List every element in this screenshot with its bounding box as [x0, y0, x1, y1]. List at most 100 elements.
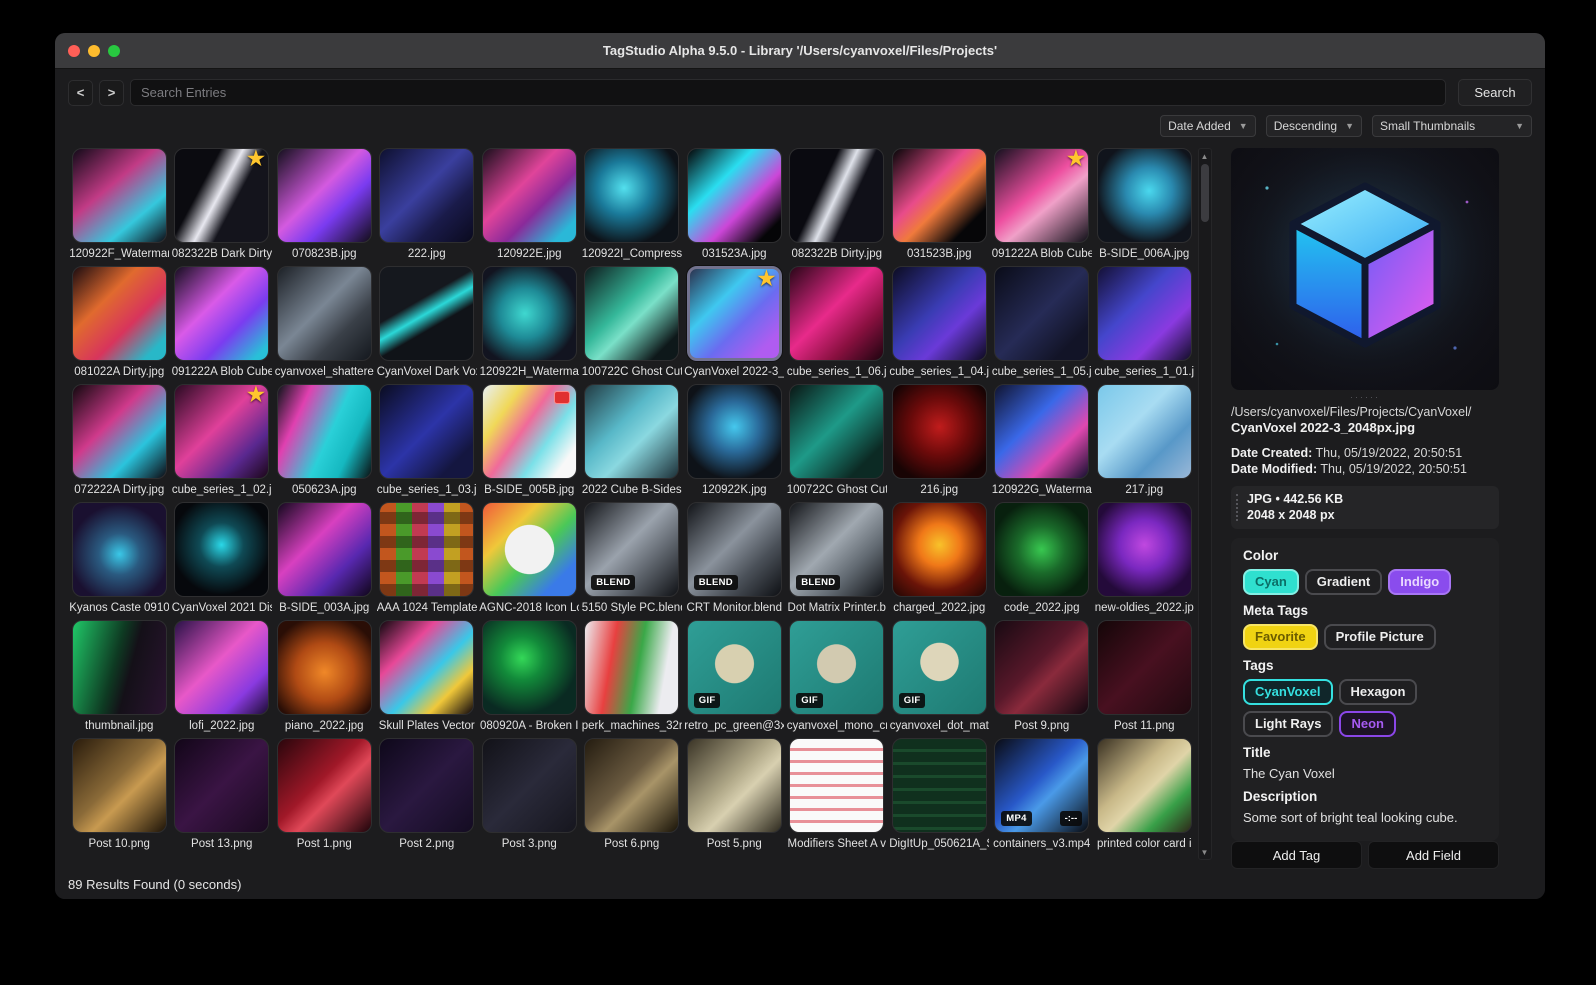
thumbnail[interactable]: BLEND [686, 502, 782, 597]
thumbnail[interactable]: ★ [994, 148, 1090, 243]
thumbnail[interactable] [994, 384, 1090, 479]
thumbnail[interactable] [686, 738, 782, 833]
thumbnail-filename: cube_series_1_04.j [889, 366, 990, 378]
thumbnail[interactable] [789, 738, 885, 833]
scrollbar-track[interactable] [1199, 162, 1211, 846]
thumbnail[interactable] [379, 266, 475, 361]
tag-pill[interactable]: Hexagon [1338, 679, 1418, 705]
panel-resize-handle[interactable]: ······ [1231, 392, 1499, 402]
thumbnail[interactable] [276, 384, 372, 479]
tag-pill[interactable]: Favorite [1243, 624, 1318, 650]
close-window-button[interactable] [68, 44, 80, 57]
thumbnail[interactable] [174, 620, 270, 715]
thumbnail[interactable] [1096, 620, 1192, 715]
thumbnail[interactable] [71, 384, 167, 479]
thumbnail[interactable] [276, 266, 372, 361]
thumbnail[interactable] [584, 384, 680, 479]
tag-pill[interactable]: Light Rays [1243, 711, 1334, 737]
thumbnail[interactable] [891, 384, 987, 479]
tag-pill[interactable]: Neon [1339, 711, 1396, 737]
thumbnail[interactable] [1096, 384, 1192, 479]
thumbnail[interactable] [71, 148, 167, 243]
scrollbar-thumb[interactable] [1200, 164, 1209, 222]
thumbnail[interactable] [994, 266, 1090, 361]
thumbnail[interactable] [994, 620, 1090, 715]
thumbnail[interactable] [276, 148, 372, 243]
thumbnail[interactable] [584, 620, 680, 715]
thumbnail[interactable] [1096, 148, 1192, 243]
thumbnail[interactable]: ★ [174, 384, 270, 479]
thumbnail[interactable] [481, 148, 577, 243]
tag-pill[interactable]: Cyan [1243, 569, 1299, 595]
thumbnail[interactable] [379, 620, 475, 715]
thumbnail[interactable] [71, 620, 167, 715]
thumbnail[interactable]: ★ [686, 266, 782, 361]
thumbnail[interactable] [891, 148, 987, 243]
back-button[interactable]: < [68, 79, 93, 106]
thumbnail[interactable] [891, 266, 987, 361]
thumbnail[interactable]: GIF [891, 620, 987, 715]
thumbnail[interactable]: GIF [686, 620, 782, 715]
thumbnail[interactable]: MP4 -:-- [994, 738, 1090, 833]
zoom-window-button[interactable] [108, 44, 120, 57]
sort-direction-dropdown[interactable]: Descending ▼ [1265, 115, 1362, 137]
preview-image[interactable] [1231, 148, 1499, 390]
thumbnail[interactable] [379, 148, 475, 243]
thumbnail[interactable] [481, 266, 577, 361]
thumbnail[interactable] [276, 620, 372, 715]
thumbnail[interactable]: GIF [789, 620, 885, 715]
results-count: 89 Results Found (0 seconds) [68, 876, 242, 892]
thumbnail[interactable] [379, 384, 475, 479]
thumbnail[interactable]: ★ [174, 148, 270, 243]
thumbnail[interactable] [174, 738, 270, 833]
thumbnail[interactable] [481, 384, 577, 479]
thumbnail[interactable] [481, 502, 577, 597]
grid-scrollbar[interactable]: ▲ ▼ [1197, 148, 1212, 860]
filetype-badge: BLEND [796, 575, 841, 590]
thumbnail[interactable] [686, 384, 782, 479]
thumbnail[interactable] [276, 502, 372, 597]
thumbnail[interactable] [1096, 738, 1192, 833]
thumbnail[interactable] [891, 502, 987, 597]
thumbnail[interactable] [1096, 502, 1192, 597]
tag-pill[interactable]: Indigo [1388, 569, 1452, 595]
thumbnail[interactable] [891, 738, 987, 833]
thumbnail[interactable] [789, 266, 885, 361]
thumbnail[interactable] [71, 738, 167, 833]
thumbnail[interactable] [379, 502, 475, 597]
thumbnail[interactable] [584, 266, 680, 361]
minimize-window-button[interactable] [88, 44, 100, 57]
thumbnail[interactable] [276, 738, 372, 833]
thumbnail[interactable] [789, 384, 885, 479]
grid-item: 120922E.jpg [478, 148, 581, 266]
forward-button[interactable]: > [99, 79, 124, 106]
thumbnail[interactable] [174, 502, 270, 597]
thumbnail[interactable] [789, 148, 885, 243]
sort-field-dropdown[interactable]: Date Added ▼ [1160, 115, 1256, 137]
thumbnail[interactable] [686, 148, 782, 243]
scroll-down-icon[interactable]: ▼ [1201, 846, 1209, 858]
thumbnail[interactable] [71, 502, 167, 597]
scroll-up-icon[interactable]: ▲ [1201, 150, 1209, 162]
add-tag-button[interactable]: Add Tag [1231, 841, 1362, 869]
thumbnail-size-dropdown[interactable]: Small Thumbnails ▼ [1372, 115, 1532, 137]
thumbnail[interactable] [379, 738, 475, 833]
thumbnail[interactable]: BLEND [584, 502, 680, 597]
thumbnail[interactable]: BLEND [789, 502, 885, 597]
grid-item: 120922K.jpg [683, 384, 786, 502]
thumbnail[interactable] [1096, 266, 1192, 361]
tag-pill[interactable]: Gradient [1304, 569, 1383, 595]
tag-pill[interactable]: CyanVoxel [1243, 679, 1333, 705]
grid-item: B-SIDE_006A.jpg [1093, 148, 1196, 266]
thumbnail[interactable] [994, 502, 1090, 597]
tag-pill[interactable]: Profile Picture [1323, 624, 1436, 650]
search-input[interactable] [130, 79, 1446, 106]
thumbnail[interactable] [584, 738, 680, 833]
thumbnail[interactable] [71, 266, 167, 361]
search-button[interactable]: Search [1458, 79, 1532, 106]
thumbnail[interactable] [174, 266, 270, 361]
thumbnail[interactable] [481, 738, 577, 833]
thumbnail[interactable] [584, 148, 680, 243]
add-field-button[interactable]: Add Field [1368, 841, 1499, 869]
thumbnail[interactable] [481, 620, 577, 715]
